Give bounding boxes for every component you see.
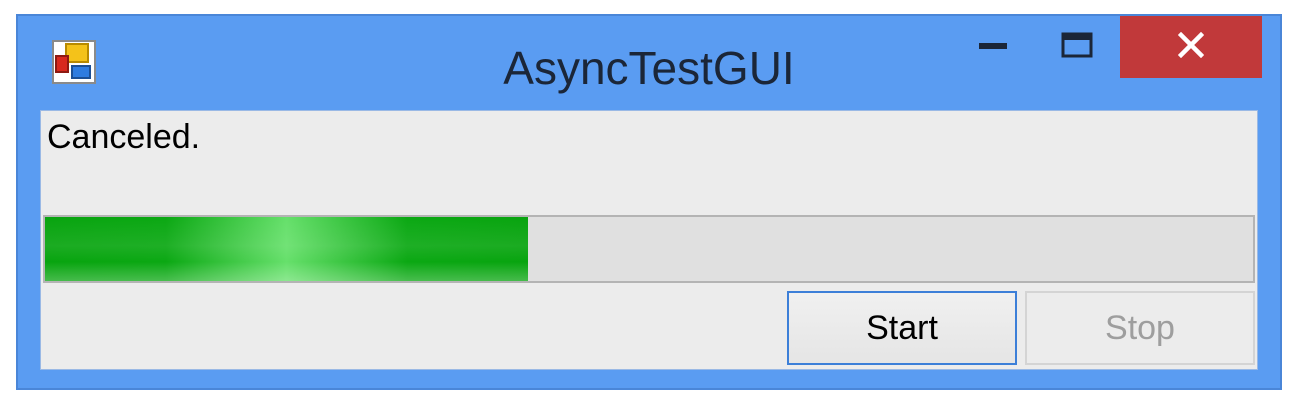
- status-label: Canceled.: [47, 118, 201, 156]
- stop-button[interactable]: Stop: [1025, 291, 1255, 365]
- minimize-button[interactable]: [960, 16, 1026, 78]
- maximize-icon: [1061, 32, 1093, 63]
- close-icon: [1177, 31, 1205, 63]
- client-area: Canceled. Start Stop: [40, 110, 1258, 370]
- title-bar[interactable]: AsyncTestGUI: [18, 16, 1280, 110]
- app-window: AsyncTestGUI Canceled. Start Stop: [16, 14, 1282, 390]
- progress-fill: [45, 217, 529, 281]
- progress-bar: [43, 215, 1255, 283]
- maximize-button[interactable]: [1044, 16, 1110, 78]
- start-button[interactable]: Start: [787, 291, 1017, 365]
- close-button[interactable]: [1120, 16, 1262, 78]
- minimize-icon: [979, 38, 1007, 56]
